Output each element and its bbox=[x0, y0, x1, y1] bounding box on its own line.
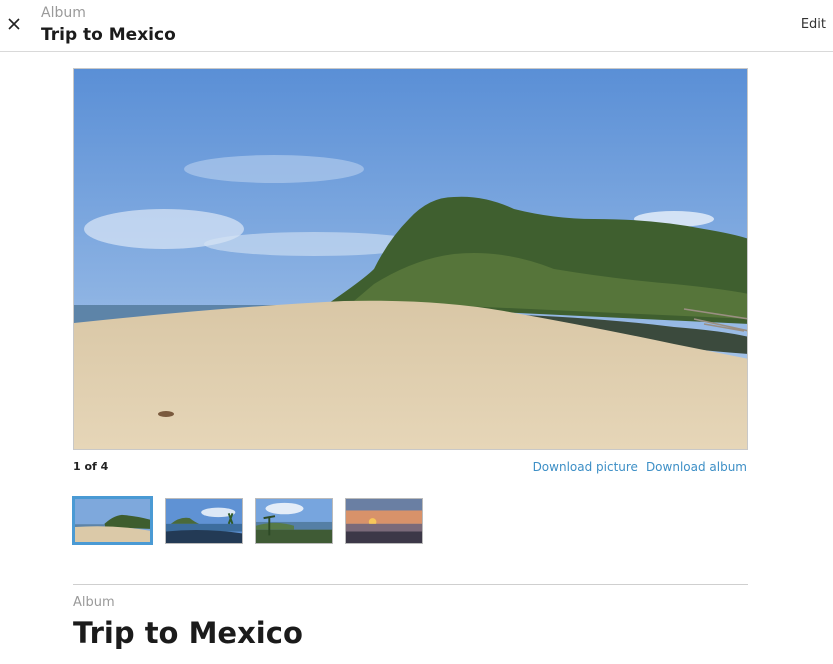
album-title: Trip to Mexico bbox=[73, 616, 303, 650]
thumbnail-2[interactable] bbox=[165, 498, 243, 544]
section-divider bbox=[73, 584, 748, 585]
main-photo[interactable] bbox=[73, 68, 748, 450]
close-icon bbox=[8, 18, 20, 30]
header-title: Trip to Mexico bbox=[41, 25, 176, 45]
download-links: Download picture Download album bbox=[533, 460, 747, 474]
top-bar: Album Trip to Mexico Edit bbox=[0, 0, 833, 52]
thumbnail-strip bbox=[72, 496, 423, 546]
close-button[interactable] bbox=[4, 14, 24, 34]
download-picture-link[interactable]: Download picture bbox=[533, 460, 638, 474]
header-label: Album bbox=[41, 5, 86, 21]
edit-button[interactable]: Edit bbox=[801, 17, 826, 33]
photo-counter: 1 of 4 bbox=[73, 460, 109, 473]
download-album-link[interactable]: Download album bbox=[646, 460, 747, 474]
section-label: Album bbox=[73, 595, 115, 610]
thumbnail-4[interactable] bbox=[345, 498, 423, 544]
thumbnail-3[interactable] bbox=[255, 498, 333, 544]
thumbnail-1[interactable] bbox=[72, 496, 153, 545]
